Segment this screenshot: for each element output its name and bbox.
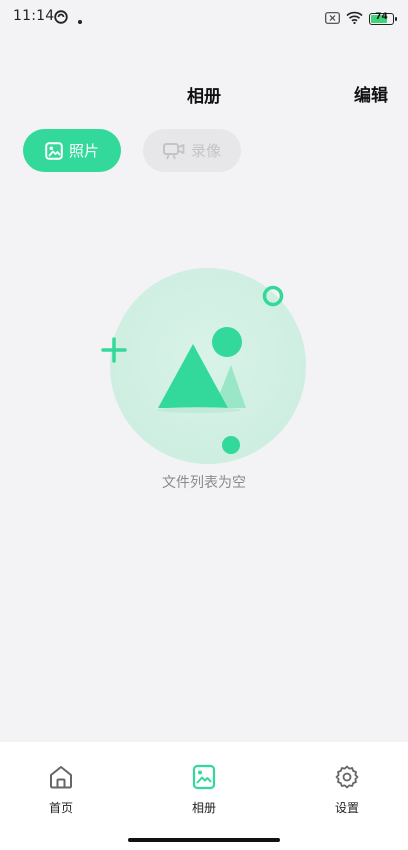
bottom-nav: 首页 相册 设置	[0, 742, 408, 850]
status-left-icons	[54, 9, 82, 28]
status-right-icons: 74	[325, 9, 397, 28]
nav-item-settings[interactable]: 设置	[307, 764, 387, 816]
empty-illustration	[96, 262, 316, 472]
nav-item-home[interactable]: 首页	[21, 764, 101, 816]
album-screen: 11:14 74 相册 编辑 照片 录像 文件列表为空 首页 相册 设置	[0, 0, 408, 850]
page-title: 相册	[0, 82, 408, 107]
photo-icon	[45, 141, 63, 160]
album-icon	[191, 764, 217, 794]
empty-state-message: 文件列表为空	[162, 475, 246, 491]
wifi-icon	[346, 9, 363, 28]
tab-photos-label: 照片	[68, 142, 99, 160]
vpn-icon	[54, 9, 68, 28]
video-icon	[162, 142, 185, 160]
tab-videos[interactable]: 录像	[143, 129, 241, 172]
tab-videos-label: 录像	[190, 142, 221, 160]
page-title-text: 相册	[187, 87, 221, 107]
battery-icon: 74	[369, 11, 397, 25]
sim-off-icon	[325, 9, 340, 28]
battery-level: 74	[375, 11, 388, 22]
edit-button[interactable]: 编辑	[354, 81, 388, 106]
dot-icon	[78, 9, 82, 28]
home-icon	[48, 764, 74, 794]
status-time: 11:14	[13, 8, 55, 24]
nav-item-album[interactable]: 相册	[164, 764, 244, 816]
tab-photos[interactable]: 照片	[23, 129, 121, 172]
nav-label-settings: 设置	[334, 801, 359, 815]
home-indicator[interactable]	[128, 838, 280, 842]
nav-label-album: 相册	[191, 801, 216, 815]
status-bar: 11:14 74	[0, 0, 408, 32]
gear-icon	[334, 764, 360, 794]
nav-label-home: 首页	[48, 801, 73, 815]
